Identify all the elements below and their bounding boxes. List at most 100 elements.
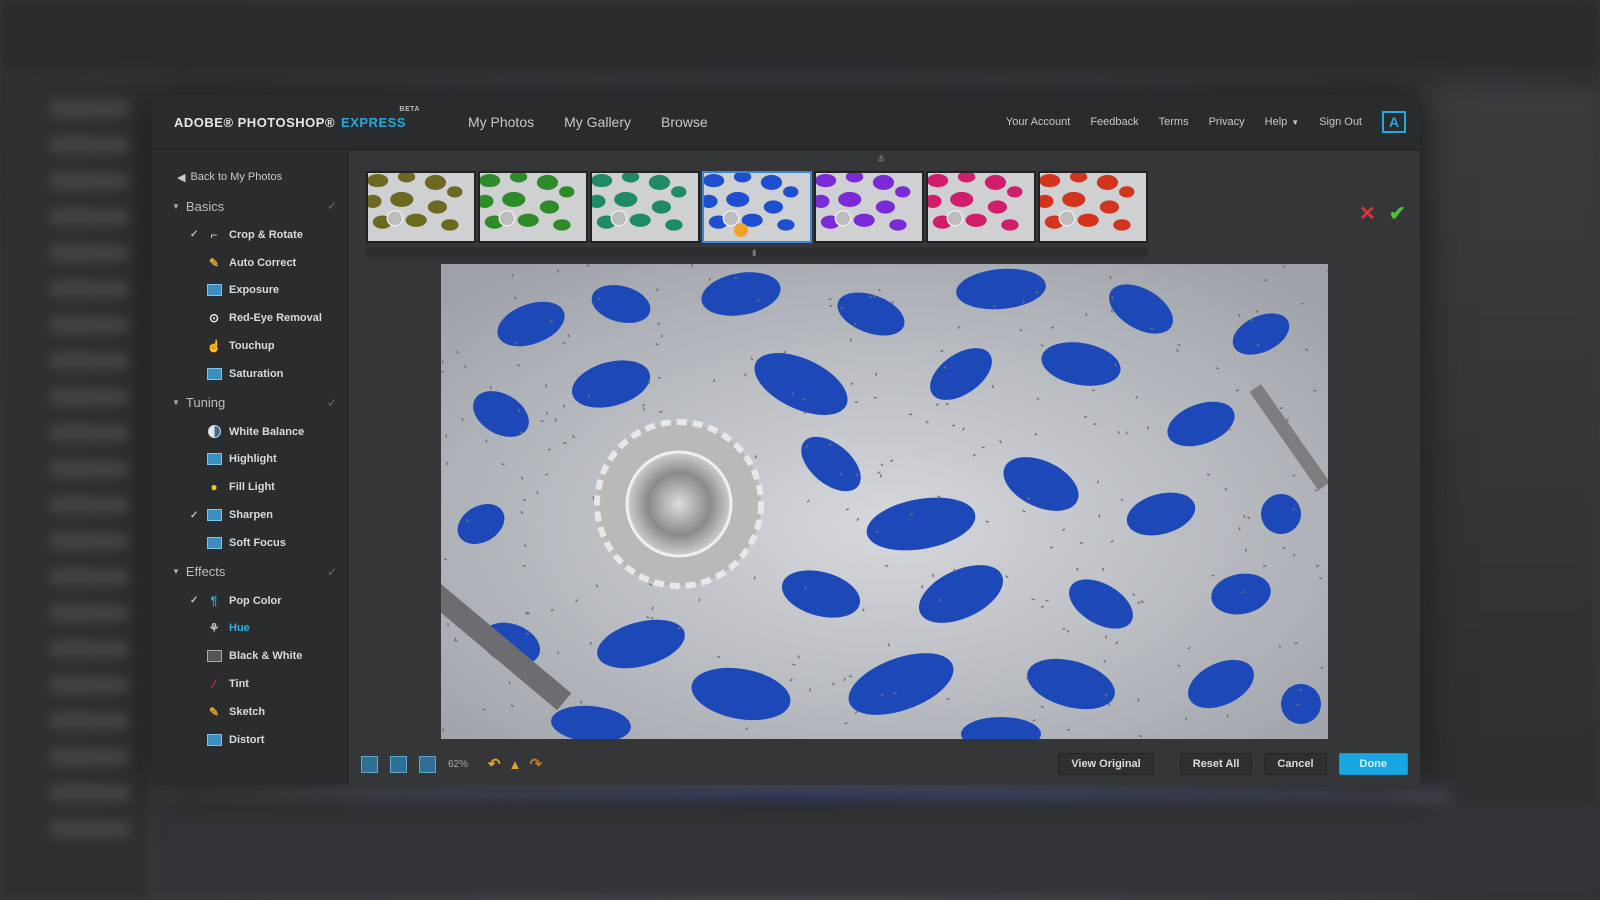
tool-white-balance[interactable]: White Balance <box>152 418 347 446</box>
hue-thumbnail[interactable] <box>590 171 700 243</box>
hue-thumbnail[interactable] <box>814 171 924 243</box>
link-terms[interactable]: Terms <box>1159 116 1189 128</box>
eye-icon: ⊙ <box>208 311 220 326</box>
view-original-button[interactable]: View Original <box>1058 753 1154 775</box>
main-nav: My Photos My Gallery Browse <box>468 114 708 130</box>
reject-x-icon[interactable]: ✕ <box>1359 201 1376 226</box>
link-your-account[interactable]: Your Account <box>1006 116 1070 128</box>
tool-touchup[interactable]: ☝ Touchup <box>152 332 347 360</box>
tool-label: Highlight <box>229 453 277 466</box>
tool-distort[interactable]: Distort <box>152 726 347 754</box>
section-check-icon: ✓ <box>326 395 337 410</box>
blurred-topbar <box>0 0 1600 70</box>
tools-sidebar: ◀ Back to My Photos ▼ Basics ✓ ✓ ⌐ Crop &… <box>152 151 348 785</box>
black-white-icon <box>206 649 222 663</box>
tool-sketch[interactable]: ✎ Sketch <box>152 698 347 726</box>
tool-highlight[interactable]: Highlight <box>152 446 347 474</box>
tool-label: Auto Correct <box>229 256 297 269</box>
link-privacy[interactable]: Privacy <box>1209 116 1245 128</box>
wand-icon: ✎ <box>208 255 220 270</box>
checkmark-icon: ✓ <box>190 509 199 521</box>
tool-label: Tint <box>229 678 249 691</box>
section-basics[interactable]: ▼ Basics ✓ <box>152 191 347 221</box>
fit-view-button[interactable] <box>361 755 378 773</box>
blurred-right-panel <box>1420 90 1600 900</box>
nav-my-gallery[interactable]: My Gallery <box>564 114 631 130</box>
app-logo[interactable]: ADOBE® PHOTOSHOP® EXPRESS BETA <box>174 106 419 130</box>
hue-thumbnail[interactable] <box>366 171 476 243</box>
tool-hue[interactable]: ⚘ Hue <box>152 615 347 643</box>
section-title: Basics <box>185 198 225 214</box>
bulb-icon: ● <box>210 480 218 495</box>
logo-express: EXPRESS <box>341 114 406 130</box>
tool-label: Saturation <box>229 367 284 380</box>
history-icon[interactable]: ▲ <box>509 757 522 772</box>
link-sign-out[interactable]: Sign Out <box>1319 116 1362 128</box>
help-label: Help <box>1264 116 1288 128</box>
selected-marker-icon <box>734 223 748 237</box>
tool-label: Touchup <box>229 340 275 353</box>
checkmark-icon: ✓ <box>190 229 199 241</box>
tool-sharpen[interactable]: ✓ Sharpen <box>152 501 347 529</box>
app-header: ADOBE® PHOTOSHOP® EXPRESS BETA My Photos… <box>152 95 1420 150</box>
exposure-icon <box>206 283 222 297</box>
back-to-my-photos-link[interactable]: ◀ Back to My Photos <box>152 151 347 191</box>
editor-content: ≚ ▮ ✕ ✔ 62% ↶ ▲ ↷ View Original Reset Al… <box>349 151 1420 785</box>
undo-icon[interactable]: ↶ <box>488 755 501 773</box>
saturation-icon <box>206 367 222 381</box>
tool-crop-rotate[interactable]: ✓ ⌐ Crop & Rotate <box>152 221 347 249</box>
adobe-logo-icon[interactable]: A <box>1382 111 1406 133</box>
tool-label: Soft Focus <box>229 536 286 549</box>
tool-label: Black & White <box>229 650 303 663</box>
hue-thumbnail[interactable] <box>926 171 1036 243</box>
header-links: Your Account Feedback Terms Privacy Help… <box>1006 111 1406 133</box>
actual-size-button[interactable] <box>390 755 407 773</box>
collapse-grip-icon[interactable]: ≚ <box>877 155 885 166</box>
section-effects[interactable]: ▼ Effects ✓ <box>152 557 347 587</box>
tool-label: Hue <box>229 622 250 635</box>
tool-pop-color[interactable]: ✓ ¶ Pop Color <box>152 587 347 615</box>
nav-browse[interactable]: Browse <box>661 114 708 130</box>
hue-variations-strip <box>366 171 1148 246</box>
help-menu[interactable]: Help ▼ <box>1265 116 1300 128</box>
link-feedback[interactable]: Feedback <box>1090 116 1138 128</box>
tool-saturation[interactable]: Saturation <box>152 360 347 388</box>
tool-soft-focus[interactable]: Soft Focus <box>152 529 347 557</box>
tool-red-eye-removal[interactable]: ⊙ Red-Eye Removal <box>152 304 347 332</box>
tool-tint[interactable]: ⁄ Tint <box>152 670 347 698</box>
pop-color-icon: ¶ <box>210 593 218 608</box>
zoom-button[interactable] <box>419 755 436 773</box>
tool-label: Exposure <box>229 284 280 297</box>
action-buttons: View Original Reset All Cancel Done <box>1058 753 1408 775</box>
hue-thumbnail[interactable] <box>1038 171 1148 243</box>
tool-label: Fill Light <box>229 481 275 494</box>
back-arrow-icon: ◀ <box>177 171 186 184</box>
tool-auto-correct[interactable]: ✎ Auto Correct <box>152 249 347 277</box>
editor-window: ADOBE® PHOTOSHOP® EXPRESS BETA My Photos… <box>152 95 1420 785</box>
photo-canvas[interactable] <box>441 264 1328 739</box>
blurred-sidebar <box>0 80 150 900</box>
tool-exposure[interactable]: Exposure <box>152 277 347 305</box>
hue-thumbnail[interactable] <box>478 171 588 243</box>
logo-main: ADOBE® PHOTOSHOP® <box>174 114 336 130</box>
sketch-icon: ✎ <box>208 704 220 719</box>
tool-label: Sketch <box>229 705 266 718</box>
accept-check-icon[interactable]: ✔ <box>1389 201 1406 226</box>
tool-label: Crop & Rotate <box>229 228 303 241</box>
cancel-button[interactable]: Cancel <box>1264 753 1327 775</box>
tool-fill-light[interactable]: ● Fill Light <box>152 473 347 501</box>
logo-beta: BETA <box>399 105 420 113</box>
reset-all-button[interactable]: Reset All <box>1179 753 1253 775</box>
nav-my-photos[interactable]: My Photos <box>468 114 534 130</box>
redo-icon[interactable]: ↷ <box>529 755 542 773</box>
tool-black-white[interactable]: Black & White <box>152 642 347 670</box>
section-check-icon: ✓ <box>326 199 337 213</box>
done-button[interactable]: Done <box>1338 753 1408 775</box>
zoom-level: 62% <box>448 758 469 770</box>
hue-thumbnail[interactable] <box>702 171 812 243</box>
collapse-arrow-icon: ▼ <box>172 398 180 408</box>
chevron-down-icon: ▼ <box>1291 117 1300 127</box>
blurred-bottom-bar <box>150 800 1600 900</box>
strip-scrollbar[interactable]: ▮ <box>366 247 1148 257</box>
section-tuning[interactable]: ▼ Tuning ✓ <box>152 388 347 418</box>
